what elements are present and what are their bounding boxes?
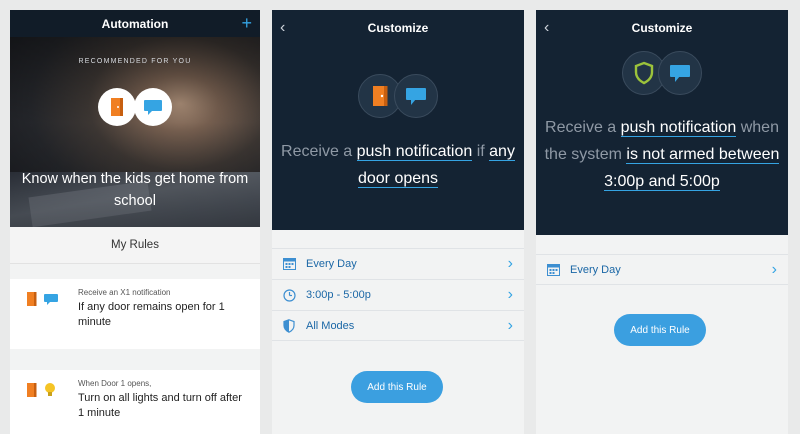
sentence-text: Receive a (545, 119, 621, 136)
add-rule-button[interactable]: Add this Rule (614, 314, 706, 346)
rule-settings-list: Every Day › (536, 254, 788, 285)
automation-screen: Automation + RECOMMENDED FOR YOU Know wh… (10, 10, 260, 434)
rule-description: If any door remains open for 1 minute (78, 301, 225, 328)
calendar-icon (282, 257, 296, 271)
setting-row-time-range[interactable]: 3:00p - 5:00p › (272, 279, 524, 310)
page-title: Automation (101, 16, 169, 31)
setting-label: Every Day (306, 258, 357, 270)
page-title: Customize (367, 21, 429, 35)
chat-icon (394, 74, 438, 118)
recommended-carousel[interactable]: RECOMMENDED FOR YOU Know when the kids g… (10, 37, 260, 227)
rule-item[interactable]: Receive an X1 notification If any door r… (10, 279, 260, 349)
sentence-text: Receive a (281, 143, 357, 160)
recommended-label: RECOMMENDED FOR YOU (78, 58, 192, 65)
bulb-icon (44, 382, 56, 403)
customize-header-panel: ‹ Customize Receive a push notification … (536, 10, 788, 235)
rule-description: Turn on all lights and turn off after 1 … (78, 392, 242, 419)
door-icon (98, 88, 136, 126)
customize-screen-door: ‹ Customize Receive a push notification … (272, 10, 524, 434)
chevron-right-icon: › (507, 255, 513, 272)
clock-icon (282, 288, 296, 302)
setting-row-schedule-days[interactable]: Every Day › (536, 254, 788, 285)
setting-label: All Modes (306, 319, 355, 332)
rule-sentence: Receive a push notification when the sys… (544, 114, 780, 195)
chat-icon (44, 293, 58, 311)
sentence-text: if (472, 143, 490, 160)
rule-icons (26, 382, 56, 403)
rule-subtitle: Receive an X1 notification (78, 288, 171, 297)
door-icon (26, 291, 38, 312)
setting-row-modes[interactable]: All Modes › (272, 310, 524, 341)
add-rule-button[interactable]: Add this Rule (351, 371, 443, 403)
door-icon (26, 382, 38, 403)
rule-item[interactable]: When Door 1 opens, Turn on all lights an… (10, 370, 260, 434)
page-title: Customize (631, 21, 693, 35)
customize-header-panel: ‹ Customize Receive a push notification … (272, 10, 524, 230)
setting-label: 3:00p - 5:00p (306, 289, 371, 301)
rule-settings-list: Every Day › 3:00p - 5:00p › All Modes › (272, 248, 524, 341)
plus-icon[interactable]: + (241, 13, 252, 33)
chat-icon (134, 88, 172, 126)
chat-icon (658, 51, 702, 95)
rule-icons (26, 291, 58, 312)
recommendation-text: Know when the kids get home from school (21, 171, 249, 209)
chevron-right-icon: › (507, 317, 513, 334)
automation-header: Automation + (10, 10, 260, 37)
action-link[interactable]: push notification (620, 119, 737, 137)
rule-sentence: Receive a push notification if any door … (280, 138, 516, 192)
setting-row-schedule-days[interactable]: Every Day › (272, 248, 524, 279)
my-rules-header: My Rules (10, 227, 260, 264)
action-link[interactable]: push notification (356, 143, 473, 161)
condition-link[interactable]: is not armed between 3:00p and 5:00p (604, 146, 780, 191)
customize-screen-armed: ‹ Customize Receive a push notification … (536, 10, 788, 434)
setting-label: Every Day (570, 263, 621, 276)
calendar-icon (546, 263, 560, 277)
chevron-right-icon: › (507, 286, 513, 303)
rule-subtitle: When Door 1 opens, (78, 379, 152, 388)
shield-icon (282, 318, 296, 333)
chevron-right-icon: › (771, 261, 777, 278)
